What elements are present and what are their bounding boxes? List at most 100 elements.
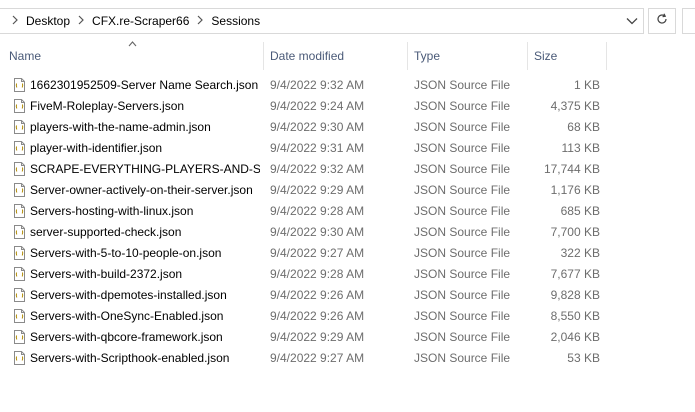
column-header-size[interactable]: Size xyxy=(534,42,604,70)
file-date-modified: 9/4/2022 9:29 AM xyxy=(270,329,365,344)
file-name: 1662301952509-Server Name Search.json xyxy=(30,77,259,92)
file-name: server-supported-check.json xyxy=(30,224,182,239)
json-file-icon xyxy=(12,95,26,116)
column-divider[interactable] xyxy=(527,42,528,70)
file-type: JSON Source File xyxy=(414,182,511,197)
breadcrumb: Desktop CFX.re-Scraper66 Sessions xyxy=(6,9,262,33)
file-row[interactable]: player-with-identifier.json 9/4/2022 9:31… xyxy=(0,137,695,158)
json-file-icon xyxy=(12,158,26,179)
file-size: 7,677 KB xyxy=(550,266,600,281)
file-type: JSON Source File xyxy=(414,140,511,155)
file-date-modified: 9/4/2022 9:30 AM xyxy=(270,119,365,134)
file-name: Servers-with-5-to-10-people-on.json xyxy=(30,245,222,260)
file-size: 685 KB xyxy=(560,203,600,218)
file-name: FiveM-Roleplay-Servers.json xyxy=(30,98,185,113)
file-type: JSON Source File xyxy=(414,287,511,302)
file-date-modified: 9/4/2022 9:24 AM xyxy=(270,98,365,113)
file-name: Servers-with-Scripthook-enabled.json xyxy=(30,350,230,365)
json-file-icon xyxy=(12,200,26,221)
file-row[interactable]: players-with-the-name-admin.json 9/4/2022… xyxy=(0,116,695,137)
file-row[interactable]: SCRAPE-EVERYTHING-PLAYERS-AND-SE... 9/4/2… xyxy=(0,158,695,179)
file-row[interactable]: Servers-with-Scripthook-enabled.json 9/4/… xyxy=(0,347,695,368)
file-type: JSON Source File xyxy=(414,98,511,113)
column-header-row: Name Date modified Type Size xyxy=(0,41,695,70)
chevron-down-icon xyxy=(626,12,638,30)
file-name: Server-owner-actively-on-their-server.js… xyxy=(30,182,253,197)
file-row[interactable]: Servers-with-build-2372.json 9/4/2022 9:2… xyxy=(0,263,695,284)
column-header-name[interactable]: Name xyxy=(9,42,263,70)
json-file-icon xyxy=(12,116,26,137)
breadcrumb-item-desktop[interactable]: Desktop xyxy=(24,14,72,28)
file-type: JSON Source File xyxy=(414,203,511,218)
file-name: player-with-identifier.json xyxy=(30,140,163,155)
file-row[interactable]: FiveM-Roleplay-Servers.json 9/4/2022 9:24… xyxy=(0,95,695,116)
file-size: 17,744 KB xyxy=(543,161,600,176)
file-row[interactable]: Server-owner-actively-on-their-server.js… xyxy=(0,179,695,200)
file-size: 113 KB xyxy=(561,140,600,155)
file-type: JSON Source File xyxy=(414,329,511,344)
breadcrumb-item-cfx-scraper[interactable]: CFX.re-Scraper66 xyxy=(90,14,191,28)
file-date-modified: 9/4/2022 9:32 AM xyxy=(270,161,365,176)
file-date-modified: 9/4/2022 9:32 AM xyxy=(270,77,365,92)
file-row[interactable]: Servers-with-5-to-10-people-on.json 9/4/2… xyxy=(0,242,695,263)
file-size: 4,375 KB xyxy=(550,98,600,113)
json-file-icon xyxy=(12,74,26,95)
address-history-button[interactable] xyxy=(621,9,643,33)
file-type: JSON Source File xyxy=(414,224,511,239)
file-date-modified: 9/4/2022 9:26 AM xyxy=(270,308,365,323)
refresh-icon xyxy=(656,12,668,30)
column-divider[interactable] xyxy=(606,42,607,70)
file-name: players-with-the-name-admin.json xyxy=(30,119,211,134)
file-row[interactable]: Servers-hosting-with-linux.json 9/4/2022 … xyxy=(0,200,695,221)
file-date-modified: 9/4/2022 9:27 AM xyxy=(270,245,365,260)
file-type: JSON Source File xyxy=(414,119,511,134)
address-bar-area: Desktop CFX.re-Scraper66 Sessions xyxy=(0,0,695,42)
file-size: 1 KB xyxy=(573,77,600,92)
file-type: JSON Source File xyxy=(414,245,511,260)
address-bar[interactable]: Desktop CFX.re-Scraper66 Sessions xyxy=(0,8,644,34)
file-type: JSON Source File xyxy=(414,77,511,92)
search-box-edge[interactable] xyxy=(682,8,695,34)
breadcrumb-item-sessions[interactable]: Sessions xyxy=(209,14,262,28)
file-type: JSON Source File xyxy=(414,161,511,176)
json-file-icon xyxy=(12,137,26,158)
chevron-right-icon[interactable] xyxy=(6,14,24,28)
file-size: 7,700 KB xyxy=(550,224,600,239)
column-divider[interactable] xyxy=(263,42,264,70)
json-file-icon xyxy=(12,221,26,242)
json-file-icon xyxy=(12,347,26,368)
file-size: 1,176 KB xyxy=(550,182,600,197)
file-row[interactable]: Servers-with-qbcore-framework.json 9/4/20… xyxy=(0,326,695,347)
file-date-modified: 9/4/2022 9:30 AM xyxy=(270,224,365,239)
column-header-date-modified[interactable]: Date modified xyxy=(270,42,406,70)
file-size: 322 KB xyxy=(560,245,600,260)
chevron-right-icon[interactable] xyxy=(191,14,209,28)
json-file-icon xyxy=(12,284,26,305)
column-divider[interactable] xyxy=(407,42,408,70)
file-date-modified: 9/4/2022 9:28 AM xyxy=(270,203,365,218)
file-date-modified: 9/4/2022 9:31 AM xyxy=(270,140,365,155)
chevron-right-icon[interactable] xyxy=(72,14,90,28)
file-name: Servers-with-qbcore-framework.json xyxy=(30,329,223,344)
file-row[interactable]: server-supported-check.json 9/4/2022 9:30… xyxy=(0,221,695,242)
file-date-modified: 9/4/2022 9:26 AM xyxy=(270,287,365,302)
file-type: JSON Source File xyxy=(414,350,511,365)
json-file-icon xyxy=(12,305,26,326)
json-file-icon xyxy=(12,179,26,200)
file-size: 8,550 KB xyxy=(550,308,600,323)
file-name: Servers-hosting-with-linux.json xyxy=(30,203,194,218)
file-row[interactable]: 1662301952509-Server Name Search.json 9/4… xyxy=(0,74,695,95)
file-size: 53 KB xyxy=(567,350,600,365)
file-size: 68 KB xyxy=(567,119,600,134)
file-row[interactable]: Servers-with-dpemotes-installed.json 9/4/… xyxy=(0,284,695,305)
json-file-icon xyxy=(12,242,26,263)
json-file-icon xyxy=(12,263,26,284)
refresh-button[interactable] xyxy=(648,8,676,34)
file-name: Servers-with-dpemotes-installed.json xyxy=(30,287,227,302)
file-row[interactable]: Servers-with-OneSync-Enabled.json 9/4/202… xyxy=(0,305,695,326)
file-date-modified: 9/4/2022 9:29 AM xyxy=(270,182,365,197)
column-header-type[interactable]: Type xyxy=(414,42,526,70)
file-name: Servers-with-build-2372.json xyxy=(30,266,183,281)
file-name: SCRAPE-EVERYTHING-PLAYERS-AND-SE... xyxy=(30,161,260,176)
file-date-modified: 9/4/2022 9:28 AM xyxy=(270,266,365,281)
